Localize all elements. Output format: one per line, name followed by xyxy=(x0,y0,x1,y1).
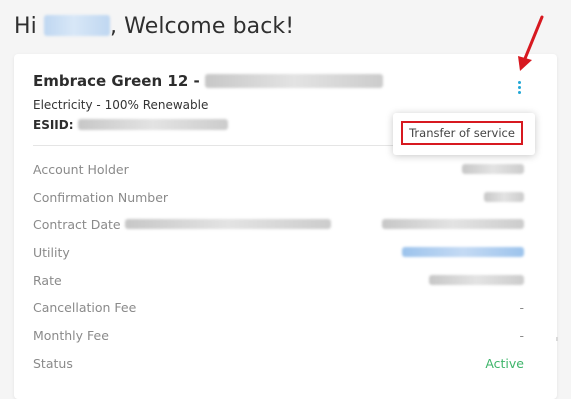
contract-date-note-redacted xyxy=(124,219,331,230)
greeting-text: Hi xyxy=(14,14,37,39)
plan-title: Embrace Green 12 - xyxy=(33,72,383,90)
detail-row-monthly-fee: Monthly Fee - xyxy=(33,324,524,352)
detail-label: Cancellation Fee xyxy=(33,300,137,316)
detail-value[interactable] xyxy=(402,245,524,260)
detail-label: Rate xyxy=(33,272,62,288)
detail-row-rate: Rate xyxy=(33,269,524,297)
detail-row-contract-date: Contract Date xyxy=(33,213,524,241)
detail-label: Utility xyxy=(33,245,70,261)
status-badge: Active xyxy=(485,355,524,371)
scrollbar-nub[interactable] xyxy=(556,337,558,341)
menu-item-transfer-of-service[interactable]: Transfer of service xyxy=(401,121,523,145)
rate-redacted xyxy=(429,274,524,285)
details-list: Account Holder Confirmation Number Contr… xyxy=(33,158,524,380)
user-name-redacted xyxy=(43,15,110,36)
detail-value: - xyxy=(519,328,524,344)
account-holder-redacted xyxy=(462,164,524,174)
plan-card: Embrace Green 12 - Electricity - 100% Re… xyxy=(14,54,557,399)
detail-label: Contract Date xyxy=(33,217,331,232)
detail-label: Confirmation Number xyxy=(33,189,169,205)
detail-label: Account Holder xyxy=(33,162,129,177)
detail-row-status: Status Active xyxy=(33,352,524,380)
detail-value xyxy=(484,190,524,205)
detail-value xyxy=(429,273,524,288)
detail-row-cancellation-fee: Cancellation Fee - xyxy=(33,296,524,324)
detail-row-account-holder: Account Holder xyxy=(33,158,524,186)
confirmation-number-redacted xyxy=(484,191,524,202)
esiid-line: ESIID: xyxy=(33,118,228,132)
esiid-value-redacted xyxy=(77,119,228,130)
detail-label: Status xyxy=(33,355,73,371)
plan-subtitle: Electricity - 100% Renewable xyxy=(33,98,209,112)
plan-name-redacted xyxy=(204,74,383,88)
detail-value: - xyxy=(519,300,524,316)
vertical-ellipsis-icon xyxy=(518,86,521,89)
more-options-button[interactable] xyxy=(512,77,528,99)
welcome-heading: Hi , Welcome back! xyxy=(14,14,294,39)
detail-row-confirmation-number: Confirmation Number xyxy=(33,186,524,214)
detail-value xyxy=(382,217,524,232)
welcome-text: , Welcome back! xyxy=(109,14,295,39)
detail-label: Monthly Fee xyxy=(33,328,109,344)
card-divider xyxy=(33,145,393,146)
plan-title-prefix: Embrace Green 12 - xyxy=(33,72,205,90)
vertical-ellipsis-icon xyxy=(518,81,521,84)
vertical-ellipsis-icon xyxy=(518,91,521,94)
contract-date-redacted xyxy=(382,219,524,230)
utility-link-redacted[interactable] xyxy=(402,247,524,258)
detail-value xyxy=(462,162,524,177)
esiid-label: ESIID: xyxy=(33,118,74,132)
contract-date-label: Contract Date xyxy=(33,217,121,233)
detail-row-utility: Utility xyxy=(33,241,524,269)
options-dropdown: Transfer of service xyxy=(393,113,535,155)
